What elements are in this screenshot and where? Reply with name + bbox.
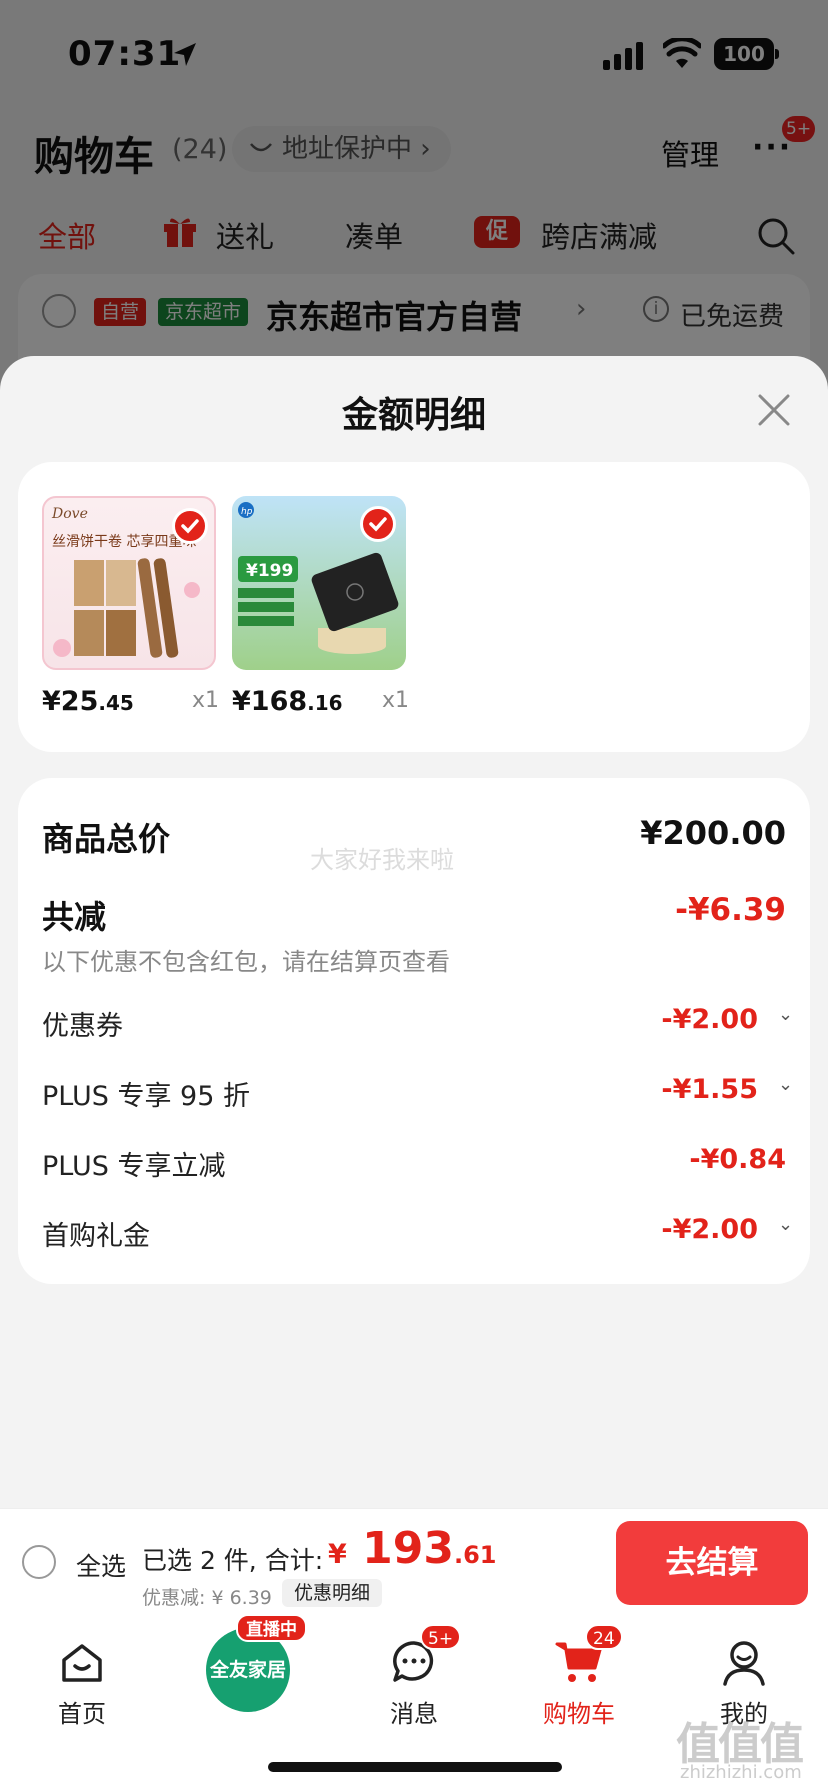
product-image-dove: Dove 丝滑饼干卷 芯享四重味 — [42, 496, 216, 670]
selected-count-text: 已选 2 件, 合计: — [142, 1546, 324, 1575]
site-watermark-url: zhizhizhi.com — [680, 1762, 802, 1783]
tab-bar: 首页 全友家居 直播中 5+ 消息 24 购物车 我的 值值值 zhizhizh… — [0, 1612, 828, 1792]
price-int: ¥25 — [42, 686, 99, 717]
reduce-note: 以下优惠不包含红包，请在结算页查看 — [42, 948, 450, 976]
price-dec: .45 — [98, 691, 134, 715]
discount-row-value: -¥0.84 — [689, 1144, 786, 1175]
dove-logo-text: Dove — [51, 506, 88, 522]
ssd-promo-price: ¥199 — [246, 561, 293, 581]
select-all-label[interactable]: 全选 — [76, 1547, 126, 1583]
discount-row-value[interactable]: -¥1.55 — [661, 1074, 758, 1105]
discount-row-label[interactable]: PLUS 专享 95 折 — [42, 1074, 250, 1113]
selected-check-icon — [172, 508, 208, 544]
goods-qty: x1 — [382, 688, 410, 713]
total-reduce-label: 共减 — [42, 898, 107, 936]
tab-label: 首页 — [58, 1700, 106, 1728]
chevron-down-icon[interactable]: ⌄ — [778, 1074, 793, 1095]
home-icon — [62, 1644, 102, 1682]
checkout-bar: 全选 已选 2 件, 合计: ¥ 193.61 优惠减: ¥ 6.39 优惠明细… — [0, 1508, 828, 1612]
cart-badge: 24 — [585, 1624, 623, 1650]
close-icon[interactable] — [756, 392, 792, 428]
goods-price: ¥25.45 — [42, 686, 134, 717]
tab-label: 购物车 — [543, 1700, 615, 1728]
total-price-label: 商品总价 — [42, 820, 171, 858]
total-price-value: ¥200.00 — [640, 814, 786, 852]
price-dec: .16 — [307, 691, 343, 715]
discount-summary: 优惠减: ¥ 6.39 — [142, 1587, 272, 1609]
discount-row-label: PLUS 专享立减 — [42, 1151, 226, 1182]
amount-detail-card: 商品总价 ¥200.00 大家好我来啦 共减 -¥6.39 以下优惠不包含红包，… — [18, 778, 810, 1284]
goods-price: ¥168.16 — [232, 686, 343, 717]
goods-card: Dove 丝滑饼干卷 芯享四重味 ¥25.45 x1 hp ¥199 ¥168.… — [18, 462, 810, 752]
profile-icon — [723, 1641, 765, 1686]
home-indicator[interactable] — [268, 1762, 562, 1772]
total-yen: ¥ — [328, 1539, 347, 1570]
total-reduce-value: -¥6.39 — [675, 892, 786, 928]
discount-detail-button[interactable]: 优惠明细 — [282, 1579, 383, 1607]
tab-label: 消息 — [390, 1700, 438, 1728]
total-int: 193 — [346, 1523, 454, 1574]
tab-messages[interactable]: 5+ 消息 — [354, 1624, 474, 1736]
live-badge: 直播中 — [236, 1614, 307, 1642]
total-dec: .61 — [453, 1541, 497, 1569]
goods-qty: x1 — [192, 688, 220, 713]
discount-row-label[interactable]: 优惠券 — [42, 1004, 123, 1043]
chevron-down-icon[interactable]: ⌄ — [778, 1214, 793, 1235]
product-image-hp-ssd: hp ¥199 — [232, 496, 406, 670]
tab-cart[interactable]: 24 购物车 — [519, 1624, 639, 1736]
message-badge: 5+ — [420, 1624, 462, 1650]
hp-logo-text: hp — [241, 507, 253, 517]
tab-home[interactable]: 首页 — [22, 1626, 142, 1736]
sheet-title: 金额明细 — [341, 395, 486, 436]
selected-check-icon — [360, 506, 396, 542]
checkout-button[interactable]: 去结算 — [616, 1521, 808, 1605]
chevron-down-icon[interactable]: ⌄ — [778, 1004, 793, 1025]
discount-row-value[interactable]: -¥2.00 — [661, 1214, 758, 1245]
amount-detail-sheet: 金额明细 Dove 丝滑饼干卷 芯享四重味 ¥25.45 x1 hp ¥199 … — [0, 356, 828, 1516]
select-all-radio[interactable] — [22, 1545, 56, 1579]
checkout-total: ¥ 193.61 — [328, 1523, 496, 1574]
watermark-text: 大家好我来啦 — [310, 846, 454, 874]
discount-row-label[interactable]: 首购礼金 — [42, 1214, 150, 1253]
price-int: ¥168 — [232, 686, 308, 717]
discount-row-value[interactable]: -¥2.00 — [661, 1004, 758, 1035]
